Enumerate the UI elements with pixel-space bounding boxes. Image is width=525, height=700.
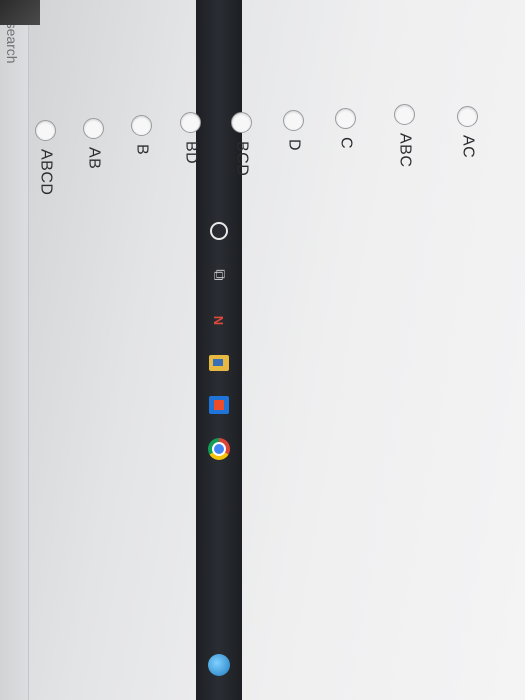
option-abc[interactable]: ABC [394, 104, 415, 167]
search-box[interactable]: to search [0, 0, 29, 700]
chrome-icon[interactable] [206, 436, 232, 462]
radio-button[interactable] [457, 106, 478, 127]
radio-button[interactable] [335, 108, 356, 129]
option-label: BCD [233, 141, 251, 177]
option-ac[interactable]: AC [457, 106, 478, 158]
tray-app-icon[interactable] [206, 652, 232, 678]
radio-button[interactable] [394, 104, 415, 125]
radio-button[interactable] [231, 112, 252, 133]
radio-button[interactable] [180, 112, 201, 133]
option-label: C [337, 137, 355, 150]
option-label: AC [459, 135, 477, 159]
option-bd[interactable]: BD [180, 112, 201, 164]
radio-button[interactable] [131, 115, 152, 136]
taskbar: ⧉ N [196, 0, 242, 700]
option-bcd[interactable]: BCD [231, 112, 252, 176]
screen-bezel [0, 0, 40, 25]
option-label: AB [85, 147, 103, 170]
cortana-icon[interactable] [206, 218, 232, 244]
radio-button[interactable] [35, 120, 56, 141]
file-explorer-icon[interactable] [206, 350, 232, 376]
radio-button[interactable] [283, 110, 304, 131]
option-label: D [285, 139, 303, 152]
option-c[interactable]: C [335, 108, 356, 149]
option-label: ABCD [37, 149, 55, 196]
task-view-icon[interactable]: ⧉ [206, 262, 232, 288]
app-n-icon[interactable]: N [206, 307, 232, 333]
option-abcd[interactable]: ABCD [35, 120, 56, 195]
radio-button[interactable] [83, 118, 104, 139]
option-label: ABC [396, 133, 414, 168]
option-d[interactable]: D [283, 110, 304, 151]
office-icon[interactable] [206, 392, 232, 418]
option-ab[interactable]: AB [83, 118, 104, 169]
option-label: BD [182, 141, 200, 165]
option-label: B [133, 144, 151, 156]
option-b[interactable]: B [131, 115, 152, 155]
